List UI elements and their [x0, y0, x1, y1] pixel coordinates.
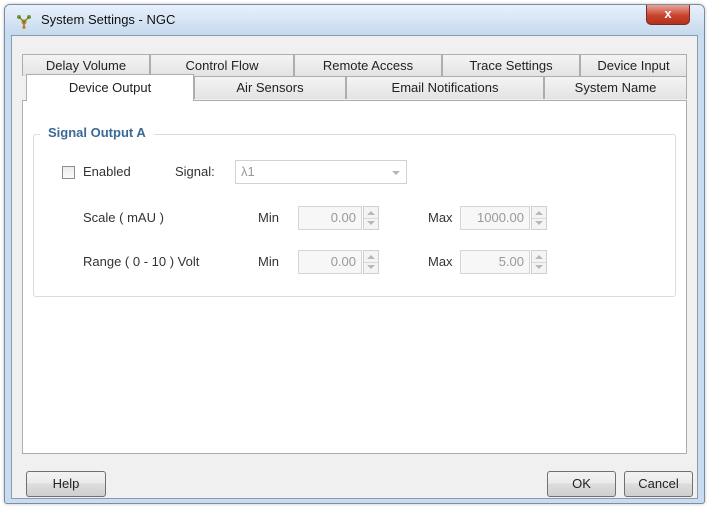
device-output-panel: Signal Output A Enabled Signal: λ1 Scale…	[22, 100, 687, 454]
tab-air-sensors[interactable]: Air Sensors	[194, 76, 346, 99]
range-max-label: Max	[428, 254, 453, 269]
tab-control-flow[interactable]: Control Flow	[150, 54, 294, 76]
tab-email-notifications[interactable]: Email Notifications	[346, 76, 544, 99]
app-molecule-icon	[17, 15, 31, 29]
scale-min-input[interactable]: 0.00	[298, 206, 362, 230]
scale-max-label: Max	[428, 210, 453, 225]
tab-remote-access[interactable]: Remote Access	[294, 54, 442, 76]
range-max-spinner-arrows-icon[interactable]	[531, 250, 547, 274]
tab-device-output[interactable]: Device Output	[26, 74, 194, 101]
dialog-client-area: Delay Volume Control Flow Remote Access …	[11, 35, 698, 499]
scale-max-input[interactable]: 1000.00	[460, 206, 530, 230]
range-label: Range ( 0 - 10 ) Volt	[83, 254, 200, 269]
ok-button[interactable]: OK	[547, 471, 616, 497]
tab-system-name[interactable]: System Name	[544, 76, 687, 99]
signal-value: λ1	[241, 164, 255, 179]
enabled-checkbox[interactable]	[62, 166, 75, 179]
tab-delay-volume[interactable]: Delay Volume	[22, 54, 150, 76]
enabled-label: Enabled	[83, 164, 131, 179]
scale-label: Scale ( mAU )	[83, 210, 164, 225]
group-title: Signal Output A	[40, 125, 154, 140]
tab-trace-settings[interactable]: Trace Settings	[442, 54, 580, 76]
range-min-input[interactable]: 0.00	[298, 250, 362, 274]
system-settings-window: System Settings - NGC x Delay Volume Con…	[4, 4, 705, 504]
signal-select[interactable]: λ1	[235, 160, 407, 184]
title-bar[interactable]: System Settings - NGC x	[5, 5, 704, 35]
help-button[interactable]: Help	[26, 471, 106, 497]
scale-min-label: Min	[258, 210, 279, 225]
range-max-input[interactable]: 5.00	[460, 250, 530, 274]
chevron-down-icon	[392, 171, 400, 175]
tab-device-input[interactable]: Device Input	[580, 54, 687, 76]
range-min-spinner-arrows-icon[interactable]	[363, 250, 379, 274]
cancel-button[interactable]: Cancel	[624, 471, 693, 497]
scale-max-spinner-arrows-icon[interactable]	[531, 206, 547, 230]
close-button[interactable]: x	[646, 5, 690, 25]
range-min-label: Min	[258, 254, 279, 269]
signal-label: Signal:	[175, 164, 215, 179]
signal-output-group: Signal Output A Enabled Signal: λ1 Scale…	[33, 125, 676, 297]
window-title: System Settings - NGC	[41, 12, 176, 27]
close-icon: x	[664, 6, 672, 21]
scale-min-spinner-arrows-icon[interactable]	[363, 206, 379, 230]
